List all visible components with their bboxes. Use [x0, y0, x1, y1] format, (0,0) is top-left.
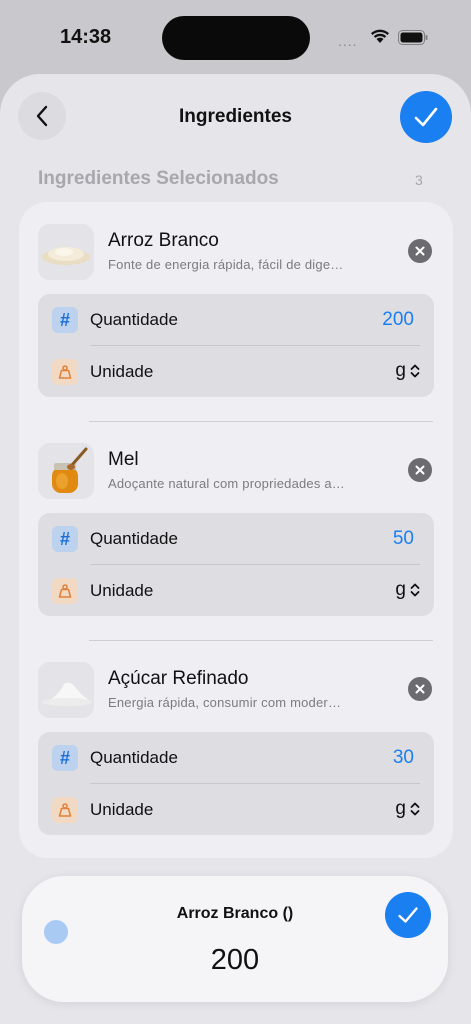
quantity-label: Quantidade — [90, 529, 178, 548]
ingredient-item: Mel Adoçante natural com propriedades a…… — [19, 443, 453, 643]
divider — [89, 640, 433, 641]
divider — [89, 421, 433, 422]
weight-icon — [52, 359, 78, 385]
ingredient-description: Fonte de energia rápida, fácil de dige… — [108, 257, 344, 272]
weight-icon — [52, 578, 78, 604]
number-icon: # — [52, 526, 78, 552]
confirm-quantity-button[interactable] — [385, 892, 431, 938]
rice-image — [38, 224, 94, 280]
unit-row[interactable]: Unidade g — [38, 784, 434, 835]
ingredient-name: Açúcar Refinado — [108, 668, 249, 689]
quantity-row[interactable]: # Quantidade 50 — [38, 513, 434, 565]
battery-icon — [398, 30, 428, 45]
selected-ingredients-card: Arroz Branco Fonte de energia rápida, fá… — [19, 202, 453, 858]
unit-picker[interactable]: g — [395, 798, 420, 820]
ingredient-fields: # Quantidade 30 Unidade g — [38, 732, 434, 835]
quantity-input-bar[interactable]: Arroz Branco () 200 — [22, 876, 448, 1002]
confirm-button[interactable] — [400, 91, 452, 143]
unit-picker[interactable]: g — [395, 360, 420, 382]
chevron-up-down-icon — [410, 583, 420, 597]
unit-label: Unidade — [90, 362, 154, 381]
checkmark-icon — [414, 107, 438, 127]
ingredient-description: Energia rápida, consumir com moder… — [108, 695, 342, 710]
honey-jar-image — [38, 443, 94, 499]
quantity-row[interactable]: # Quantidade 200 — [38, 294, 434, 346]
status-bar: 14:38 .... — [0, 0, 471, 72]
xmark-circle-icon — [415, 684, 425, 694]
unit-value: g — [395, 579, 406, 600]
ingredient-name: Mel — [108, 449, 139, 470]
unit-label: Unidade — [90, 581, 154, 600]
ingredient-fields: # Quantidade 50 Unidade g — [38, 513, 434, 616]
quantity-row[interactable]: # Quantidade 30 — [38, 732, 434, 784]
remove-ingredient-button[interactable] — [408, 239, 432, 263]
checkmark-icon — [398, 907, 418, 923]
quantity-label: Quantidade — [90, 310, 178, 329]
remove-ingredient-button[interactable] — [408, 458, 432, 482]
wifi-icon — [371, 29, 389, 43]
ingredient-fields: # Quantidade 200 Unidade g — [38, 294, 434, 397]
ingredient-description: Adoçante natural com propriedades a… — [108, 476, 346, 491]
quantity-label: Quantidade — [90, 748, 178, 767]
section-title: Ingredientes Selecionados — [38, 168, 279, 189]
quantity-field[interactable]: 50 — [393, 528, 414, 550]
dynamic-island — [162, 16, 310, 60]
xmark-circle-icon — [415, 246, 425, 256]
unit-value: g — [395, 798, 406, 819]
number-icon: # — [52, 307, 78, 333]
chevron-up-down-icon — [410, 802, 420, 816]
quantity-field[interactable]: 200 — [382, 309, 414, 331]
unit-row[interactable]: Unidade g — [38, 346, 434, 397]
unit-picker[interactable]: g — [395, 579, 420, 601]
chevron-up-down-icon — [410, 364, 420, 378]
section-count: 3 — [415, 172, 423, 188]
ingredient-name: Arroz Branco — [108, 230, 219, 251]
unit-row[interactable]: Unidade g — [38, 565, 434, 616]
quantity-field[interactable]: 30 — [393, 747, 414, 769]
ingredient-item: Açúcar Refinado Energia rápida, consumir… — [19, 662, 453, 862]
signal-icon: .... — [338, 33, 358, 49]
quantity-input[interactable]: 200 — [22, 944, 448, 977]
remove-ingredient-button[interactable] — [408, 677, 432, 701]
unit-value: g — [395, 360, 406, 381]
weight-icon — [52, 797, 78, 823]
xmark-circle-icon — [415, 465, 425, 475]
plus-icon — [44, 920, 68, 944]
status-time: 14:38 — [60, 26, 112, 48]
sugar-pile-image — [38, 662, 94, 718]
number-icon: # — [52, 745, 78, 771]
ingredient-item: Arroz Branco Fonte de energia rápida, fá… — [19, 224, 453, 424]
unit-label: Unidade — [90, 800, 154, 819]
